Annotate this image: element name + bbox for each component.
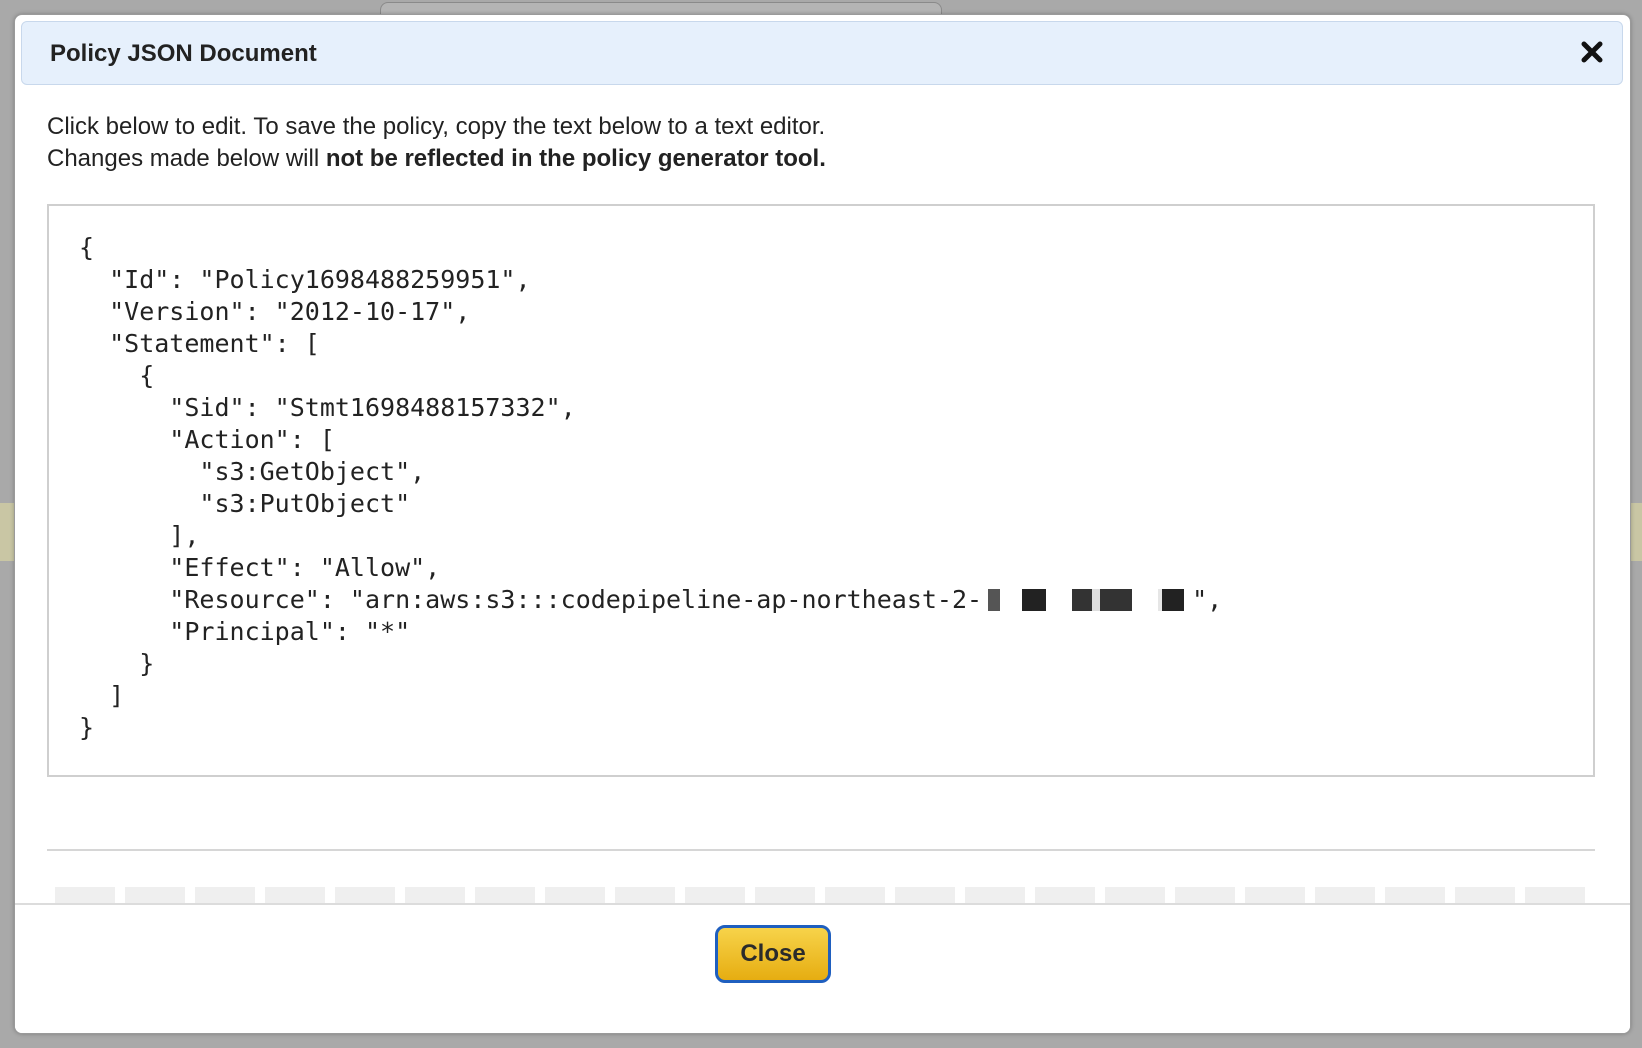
faded-disclaimer-text (55, 887, 1595, 903)
dialog-title: Policy JSON Document (50, 40, 317, 67)
instructions-line-2: Changes made below will not be reflected… (47, 143, 826, 175)
json-line: "Statement": [ (79, 329, 320, 358)
json-line-suffix: ", (1192, 585, 1223, 614)
divider (47, 849, 1595, 851)
json-line: ] (79, 681, 125, 710)
json-line: "Sid": "Stmt1698488157332", (79, 393, 576, 422)
json-line: } (79, 713, 95, 742)
redacted-account-id (982, 589, 1193, 611)
json-line: "s3:GetObject", (79, 457, 426, 486)
json-line: { (79, 361, 155, 390)
json-line: ], (79, 521, 200, 550)
dialog-titlebar: Policy JSON Document (21, 21, 1623, 85)
json-line: } (79, 649, 155, 678)
json-line: "Principal": "*" (79, 617, 411, 646)
background-row-highlight (0, 503, 14, 561)
json-line: "Id": "Policy1698488259951", (79, 265, 531, 294)
instructions-line-2-bold: not be reflected in the policy generator… (325, 145, 826, 172)
json-line: "Effect": "Allow", (79, 553, 441, 582)
instructions: Click below to edit. To save the policy,… (47, 111, 826, 175)
dialog-footer: Close (15, 903, 1630, 1033)
json-line: "Resource": "arn:aws:s3:::codepipeline-a… (79, 585, 983, 614)
json-line: "Action": [ (79, 425, 335, 454)
instructions-line-2-prefix: Changes made below will (47, 145, 326, 172)
close-button[interactable]: Close (715, 925, 831, 983)
close-x-icon[interactable] (1576, 36, 1608, 68)
policy-json-editor[interactable]: { "Id": "Policy1698488259951", "Version"… (47, 204, 1595, 777)
json-line: "s3:PutObject" (79, 489, 411, 518)
policy-json-text[interactable]: { "Id": "Policy1698488259951", "Version"… (79, 232, 1222, 744)
policy-json-dialog: Policy JSON Document Click below to edit… (14, 14, 1631, 1034)
instructions-line-1: Click below to edit. To save the policy,… (47, 113, 826, 140)
dialog-body: Click below to edit. To save the policy,… (15, 97, 1630, 903)
json-line: { (79, 233, 95, 262)
json-line: "Version": "2012-10-17", (79, 297, 471, 326)
